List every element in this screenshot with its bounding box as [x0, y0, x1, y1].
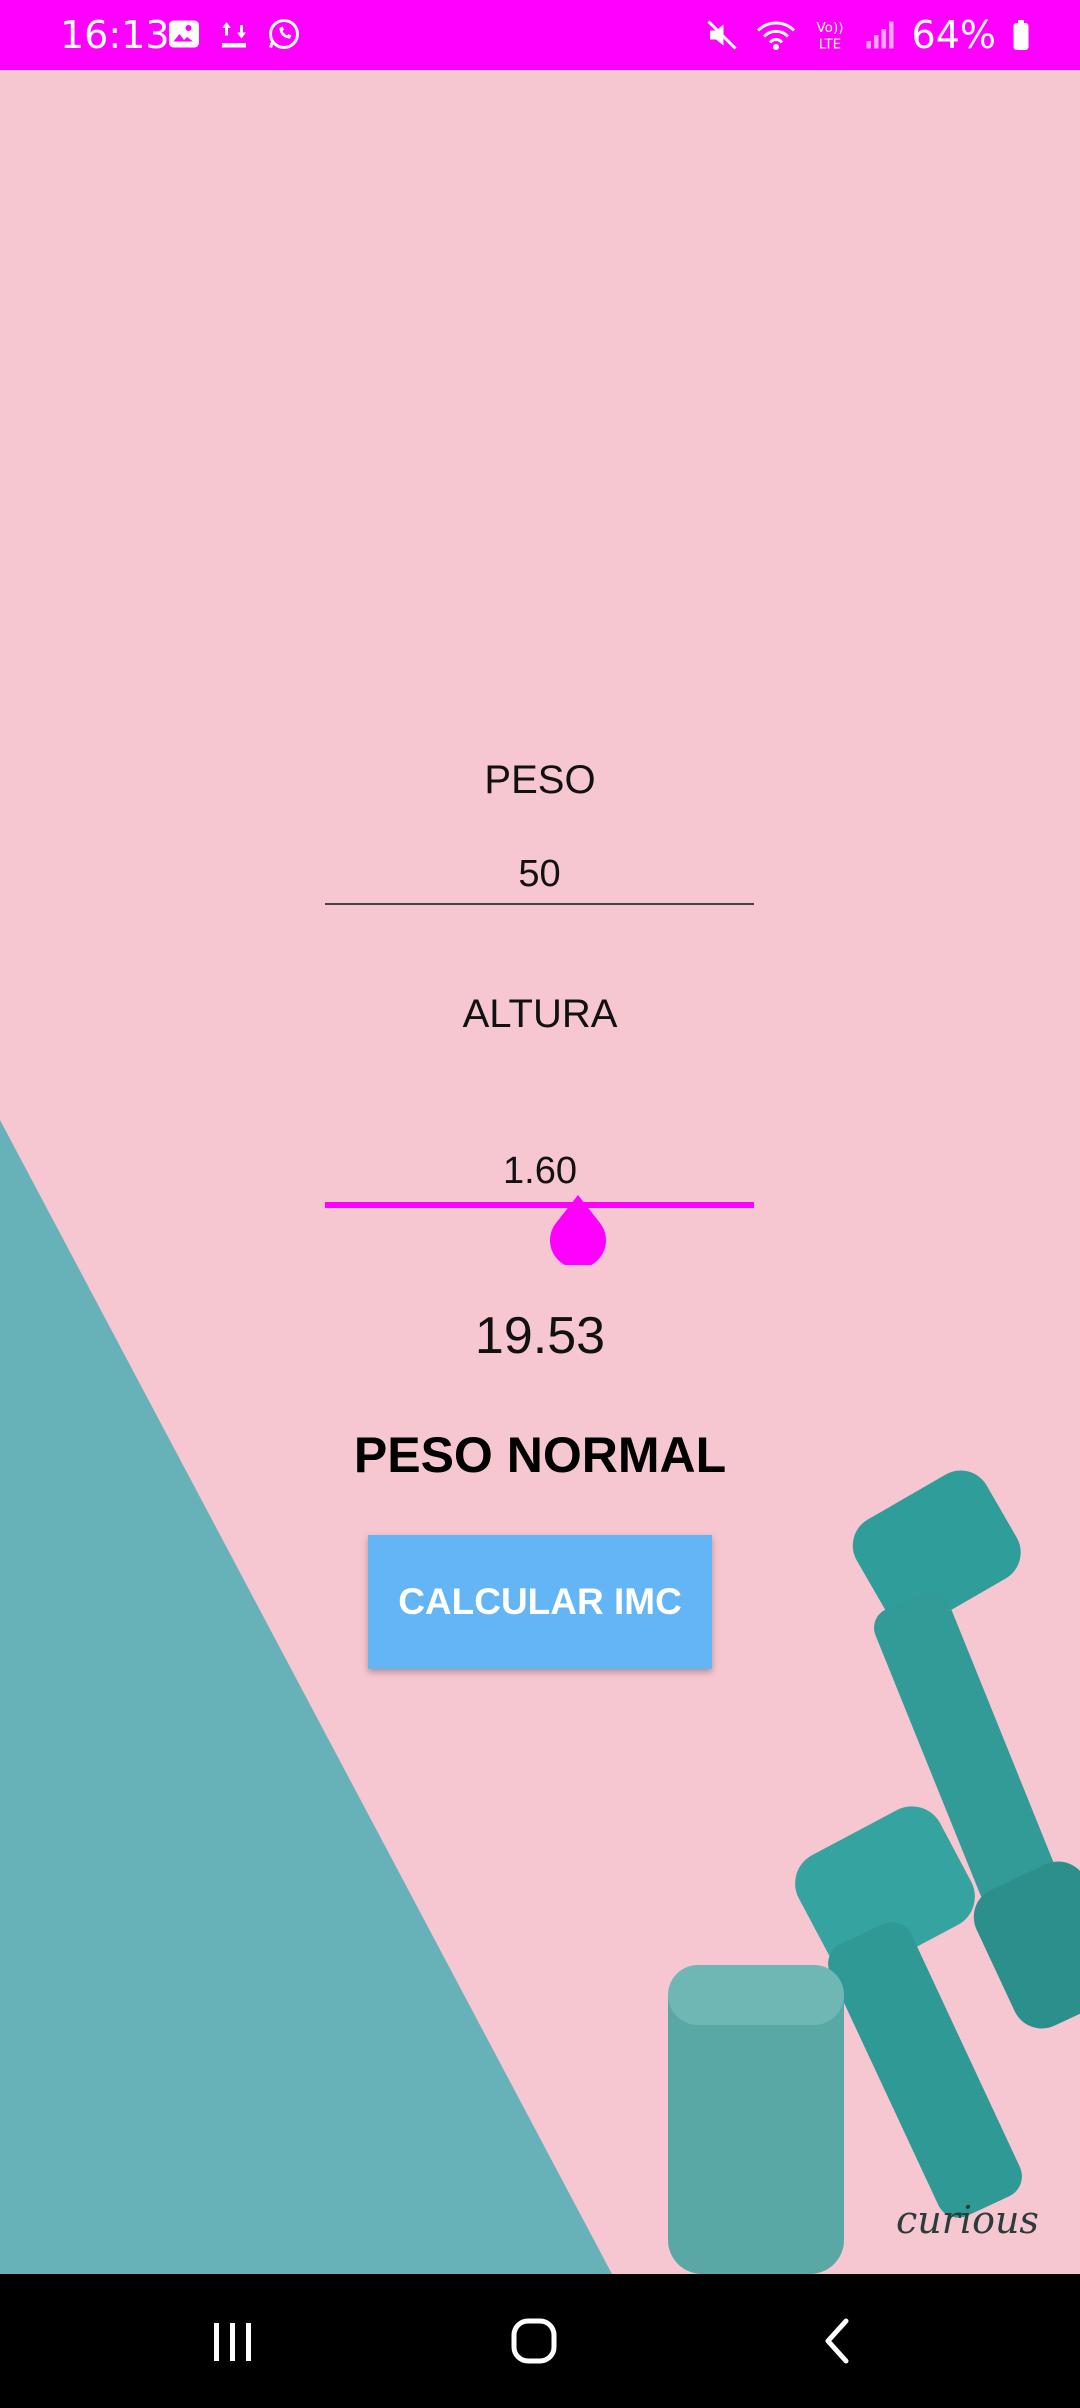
status-time: 16:13 [60, 13, 170, 57]
home-icon [511, 2318, 557, 2364]
altura-value: 1.60 [503, 1150, 577, 1192]
whatsapp-icon [269, 19, 299, 49]
status-bar: 16:13 Vo)) LTE 64% [0, 0, 1080, 70]
status-icons-right: Vo)) LTE 64% [704, 12, 1032, 58]
back-icon [825, 2318, 849, 2364]
recents-button[interactable] [172, 2274, 292, 2408]
transfer-icon [222, 22, 246, 48]
signal-icon [866, 21, 894, 49]
svg-text:LTE: LTE [818, 37, 840, 53]
volte-icon: Vo))LTE [816, 20, 843, 53]
watermark-text: curious [896, 2198, 1039, 2242]
wifi-icon [756, 21, 795, 50]
peso-label: PESO [484, 758, 596, 802]
altura-slider-track[interactable] [325, 1202, 754, 1208]
status-icons-left [166, 16, 302, 52]
home-button[interactable] [474, 2274, 594, 2408]
mute-icon [706, 20, 737, 50]
imc-result: 19.53 [474, 1307, 606, 1365]
altura-slider-thumb[interactable] [548, 1193, 608, 1265]
battery-percent: 64% [911, 13, 996, 57]
calculate-imc-button[interactable]: CALCULAR IMC [368, 1535, 712, 1669]
peso-input[interactable] [325, 845, 754, 905]
imc-status: PESO NORMAL [353, 1427, 727, 1483]
back-button[interactable] [778, 2274, 898, 2408]
navigation-bar [0, 2274, 1080, 2408]
gallery-icon [169, 20, 199, 48]
recents-icon [214, 2323, 251, 2361]
battery-icon [1013, 20, 1029, 50]
svg-text:Vo)): Vo)) [816, 20, 843, 36]
altura-label: ALTURA [462, 992, 618, 1036]
